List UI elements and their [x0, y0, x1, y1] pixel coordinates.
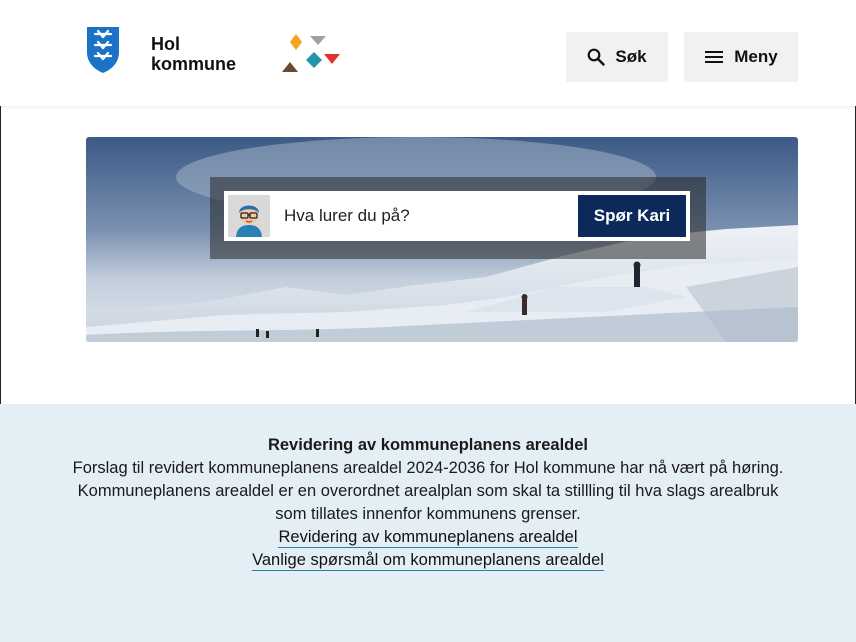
info-paragraph-line-2: Kommuneplanens arealdel er en overordnet… [77, 482, 779, 500]
link-revidering-arealdel[interactable]: Revidering av kommuneplanens arealdel [278, 527, 578, 548]
menu-button[interactable]: Meny [684, 32, 798, 82]
menu-button-label: Meny [734, 47, 778, 66]
ask-kari-button[interactable]: Spør Kari [578, 195, 686, 237]
info-paragraph-line-3: som tillates innenfor kommunens grenser. [275, 505, 581, 523]
info-paragraph-line-1: Forslag til revidert kommuneplanens area… [72, 459, 784, 477]
brand-line-2: kommune [151, 54, 237, 74]
hero-banner: Spør Kari [86, 137, 798, 342]
brand-line-1: Hol [151, 34, 180, 54]
chat-question-input[interactable] [284, 191, 584, 241]
site-header: Hol kommune Søk Meny [0, 0, 856, 106]
kari-avatar-icon [228, 195, 270, 237]
chat-input-wrapper: Spør Kari [224, 191, 690, 241]
hamburger-menu-icon [705, 51, 724, 63]
info-title: Revidering av kommuneplanens arealdel [267, 436, 589, 454]
info-notice-section: Revidering av kommuneplanens arealdel Fo… [0, 404, 856, 642]
colored-shapes-logo-icon [282, 34, 340, 72]
search-button-label: Søk [615, 47, 647, 66]
chat-assistant-box: Spør Kari [210, 177, 706, 259]
search-icon [588, 48, 606, 66]
municipality-crest-icon[interactable] [86, 26, 120, 74]
info-notice-content: Revidering av kommuneplanens arealdel Fo… [0, 434, 856, 572]
search-button[interactable]: Søk [566, 32, 668, 82]
link-vanlige-sporsmal[interactable]: Vanlige spørsmål om kommuneplanens areal… [252, 550, 604, 571]
municipality-name[interactable]: Hol kommune [151, 34, 236, 74]
